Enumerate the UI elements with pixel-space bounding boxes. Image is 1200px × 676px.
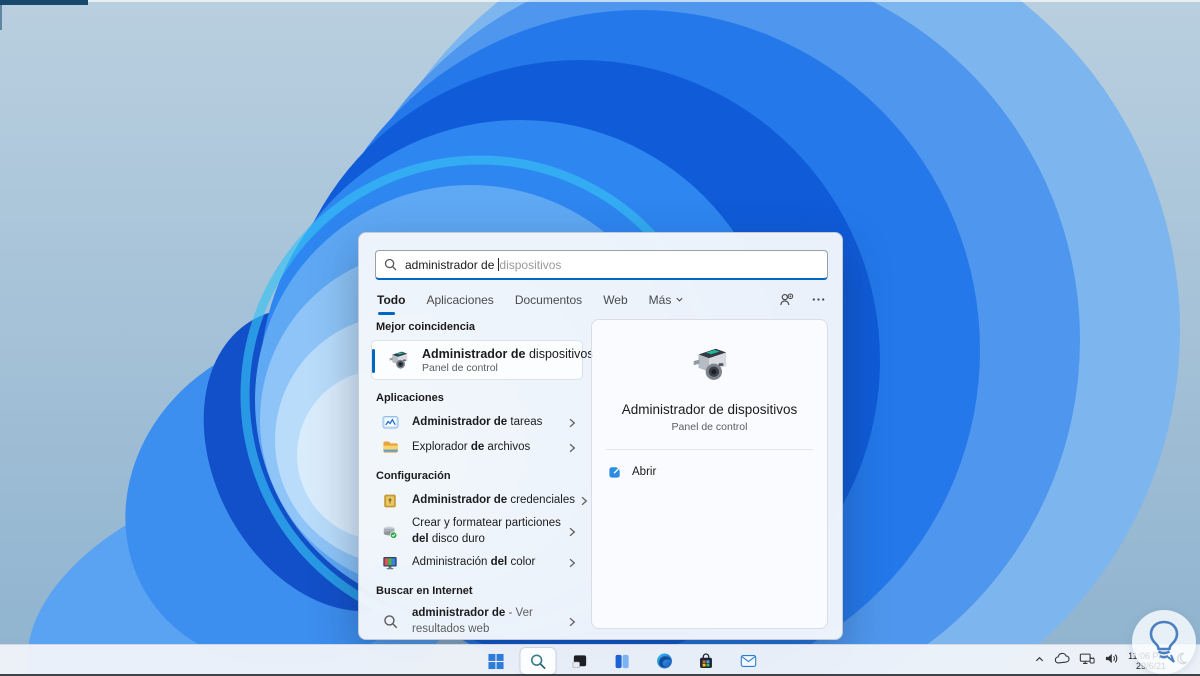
result-row-credential-manager[interactable]: Administrador de credenciales bbox=[371, 488, 583, 513]
screenshot-top-edge bbox=[88, 0, 1200, 2]
chevron-right-icon bbox=[567, 617, 577, 627]
mail-button[interactable] bbox=[730, 647, 767, 675]
chevron-right-icon bbox=[579, 496, 589, 506]
chevron-right-icon bbox=[567, 443, 577, 453]
search-typed-text: administrador de bbox=[405, 258, 494, 272]
device-manager-icon bbox=[592, 342, 827, 388]
result-row-color-management[interactable]: Administración del color bbox=[371, 550, 583, 575]
solvetic-watermark-logo bbox=[1132, 610, 1196, 674]
more-options-icon[interactable] bbox=[811, 292, 826, 307]
search-flyout: administrador de dispositivos Todo Aplic… bbox=[358, 232, 843, 640]
tab-todo[interactable]: Todo bbox=[377, 293, 405, 307]
search-button[interactable] bbox=[520, 647, 557, 675]
widgets-button[interactable] bbox=[604, 647, 641, 675]
search-results-list: Mejor coincidencia Administrador de disp… bbox=[371, 321, 583, 640]
screenshot-top-artifact bbox=[0, 0, 88, 5]
result-row-task-manager[interactable]: Administrador de tareas bbox=[371, 410, 583, 435]
web-search-icon bbox=[380, 614, 400, 629]
tab-mas[interactable]: Más bbox=[649, 293, 685, 307]
credential-manager-icon bbox=[380, 493, 400, 509]
search-icon bbox=[530, 653, 547, 670]
section-header-settings: Configuración bbox=[371, 470, 583, 482]
lightbulb-sketch-icon bbox=[1138, 616, 1190, 668]
result-title: Administrador de dispositivos bbox=[422, 347, 594, 361]
selection-accent-bar bbox=[372, 349, 375, 373]
task-view-button[interactable] bbox=[562, 647, 599, 675]
chevron-right-icon bbox=[567, 527, 577, 537]
network-icon[interactable] bbox=[1079, 652, 1095, 671]
task-manager-icon bbox=[380, 414, 400, 431]
color-management-icon bbox=[380, 555, 400, 571]
search-suggestion-text: dispositivos bbox=[499, 258, 561, 272]
open-action[interactable]: Abrir bbox=[608, 464, 827, 479]
taskbar-center-icons bbox=[478, 646, 767, 676]
store-button[interactable] bbox=[688, 647, 725, 675]
search-tabs: Todo Aplicaciones Documentos Web Más bbox=[377, 291, 826, 308]
result-row-web-search[interactable]: administrador de - Ver resultados web bbox=[371, 603, 583, 640]
volume-icon[interactable] bbox=[1104, 652, 1119, 670]
chevron-down-icon bbox=[675, 295, 684, 304]
result-row-disk-partitions[interactable]: Crear y formatear particiones del disco … bbox=[371, 513, 583, 550]
chevron-right-icon bbox=[567, 418, 577, 428]
start-button[interactable] bbox=[478, 647, 515, 675]
section-header-apps: Aplicaciones bbox=[371, 392, 583, 404]
screenshot-left-edge bbox=[0, 0, 2, 30]
preview-pane: Administrador de dispositivos Panel de c… bbox=[591, 319, 828, 629]
search-input[interactable]: administrador de dispositivos bbox=[375, 250, 828, 280]
widgets-icon bbox=[614, 653, 631, 670]
device-manager-icon bbox=[384, 348, 412, 373]
disk-partition-icon bbox=[380, 524, 400, 540]
task-view-icon bbox=[572, 653, 589, 670]
tab-documentos[interactable]: Documentos bbox=[515, 293, 582, 307]
open-external-icon bbox=[608, 464, 623, 479]
section-header-web-search: Buscar en Internet bbox=[371, 585, 583, 597]
edge-icon bbox=[655, 652, 673, 670]
search-icon bbox=[384, 258, 397, 271]
tray-chevron-up-icon[interactable] bbox=[1034, 652, 1045, 670]
chevron-right-icon bbox=[567, 558, 577, 568]
search-options-icon[interactable] bbox=[778, 291, 795, 308]
section-header-best-match: Mejor coincidencia bbox=[371, 321, 583, 333]
open-action-label: Abrir bbox=[632, 466, 656, 478]
onedrive-cloud-icon[interactable] bbox=[1054, 652, 1070, 670]
result-row-device-manager[interactable]: Administrador de dispositivos Panel de c… bbox=[371, 340, 583, 380]
mail-icon bbox=[739, 652, 757, 670]
windows-logo-icon bbox=[488, 653, 505, 670]
edge-button[interactable] bbox=[646, 647, 683, 675]
tab-aplicaciones[interactable]: Aplicaciones bbox=[426, 293, 493, 307]
result-subtitle: Panel de control bbox=[422, 362, 594, 374]
store-icon bbox=[698, 653, 715, 670]
preview-subtitle: Panel de control bbox=[592, 421, 827, 433]
result-row-file-explorer[interactable]: Explorador de archivos bbox=[371, 435, 583, 460]
tab-web[interactable]: Web bbox=[603, 293, 627, 307]
divider bbox=[606, 449, 813, 450]
file-explorer-icon bbox=[380, 439, 400, 456]
taskbar: 11:06 PM 29/6/21 bbox=[0, 644, 1200, 676]
preview-title: Administrador de dispositivos bbox=[592, 402, 827, 417]
